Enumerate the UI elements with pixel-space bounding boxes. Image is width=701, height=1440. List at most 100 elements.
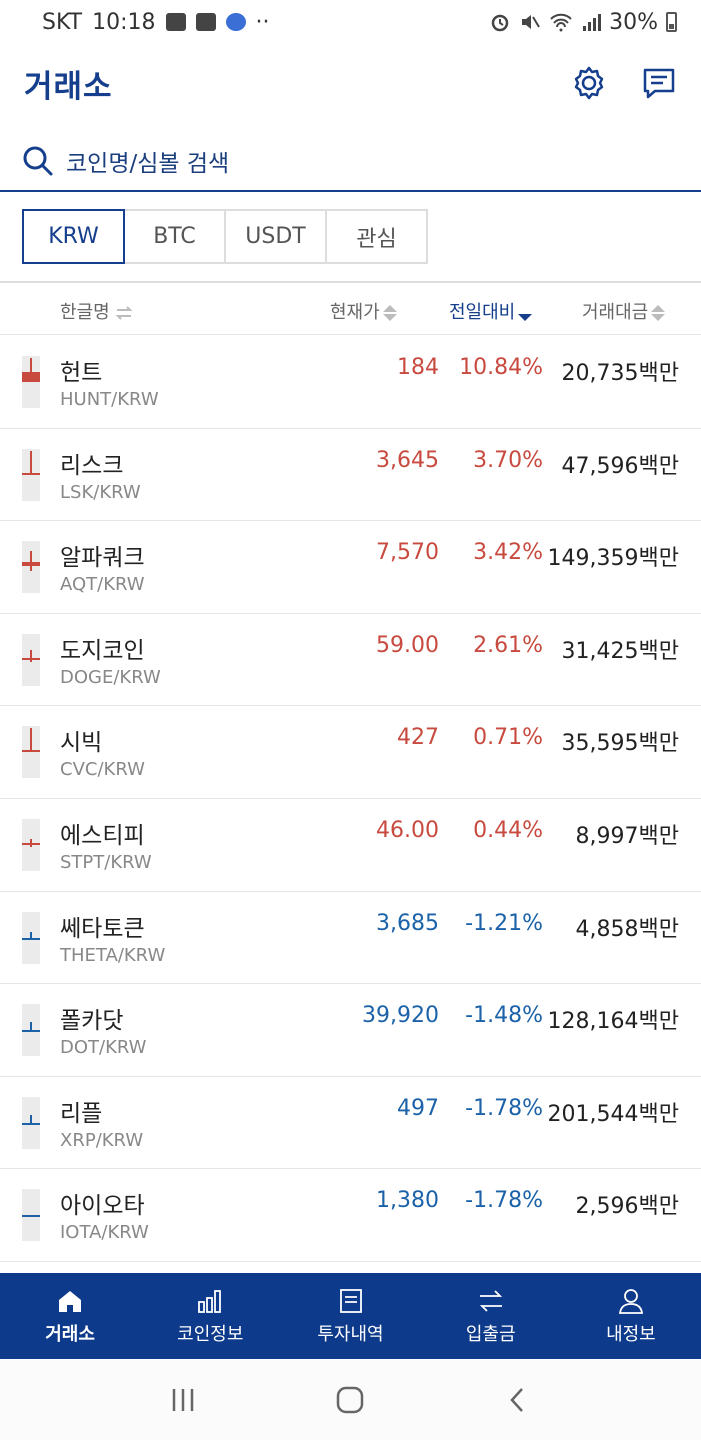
bar-chart-icon <box>197 1286 223 1316</box>
column-price-sort[interactable]: 현재가 <box>330 298 397 324</box>
coin-row[interactable]: 아이오타 IOTA/KRW 1,380 -1.78% 2,596백만 <box>0 1169 701 1262</box>
column-name-label: 한글명 <box>60 302 110 323</box>
coin-name: 폴카닷 <box>60 1008 124 1035</box>
coin-symbol: CVC/KRW <box>60 759 145 781</box>
sort-icon <box>382 305 397 321</box>
coin-name: 아이오타 <box>60 1193 145 1220</box>
mute-icon <box>522 15 540 29</box>
column-header: 한글명 현재가 전일대비 거래대금 <box>0 281 701 335</box>
system-nav-bar <box>0 1359 701 1440</box>
candle-icon <box>22 1096 40 1149</box>
coin-row[interactable]: 리플 XRP/KRW 497 -1.78% 201,544백만 <box>0 1077 701 1170</box>
gear-icon[interactable] <box>567 61 611 105</box>
transfer-icon <box>477 1286 505 1316</box>
coin-price: 46.00 <box>376 817 439 843</box>
coin-name: 도지코인 <box>60 637 145 664</box>
coin-name: 에스티피 <box>60 822 145 849</box>
coin-symbol: AQT/KRW <box>60 574 145 596</box>
coin-price: 3,645 <box>376 447 439 473</box>
home-button-icon[interactable] <box>335 1385 365 1415</box>
coin-row[interactable]: 리스크 LSK/KRW 3,645 3.70% 47,596백만 <box>0 429 701 522</box>
coin-change: 0.44% <box>473 817 543 843</box>
app-notification-icon <box>195 13 216 31</box>
candle-icon <box>22 633 40 686</box>
coin-name: 헌트 <box>60 360 103 386</box>
coin-price: 39,920 <box>362 1003 439 1029</box>
chat-icon[interactable] <box>637 61 681 105</box>
coin-price: 7,570 <box>376 540 439 566</box>
coin-volume: 2,596백만 <box>575 1194 679 1220</box>
column-volume-label: 거래대금 <box>582 302 649 323</box>
coin-change: -1.21% <box>465 910 543 936</box>
coin-row[interactable]: 폴카닷 DOT/KRW 39,920 -1.48% 128,164백만 <box>0 984 701 1077</box>
home-icon <box>57 1286 83 1316</box>
swap-icon <box>116 306 133 320</box>
coin-volume: 128,164백만 <box>547 1009 679 1035</box>
search-input[interactable]: 코인명/심볼 검색 <box>66 144 229 178</box>
coin-symbol: IOTA/KRW <box>60 1222 149 1244</box>
candle-icon <box>22 818 40 871</box>
coin-symbol: LSK/KRW <box>60 481 141 503</box>
gallery-notification-icon <box>165 13 186 31</box>
coin-change: -1.78% <box>465 1188 543 1214</box>
coin-volume: 31,425백만 <box>561 638 679 664</box>
nav-label: 투자내역 <box>317 1324 384 1345</box>
back-icon[interactable] <box>504 1386 532 1414</box>
bottom-nav: 거래소 코인정보 투자내역 입출금 내정보 <box>0 1273 701 1359</box>
column-name-sort[interactable]: 한글명 <box>60 298 133 324</box>
coin-row[interactable]: 알파쿼크 AQT/KRW 7,570 3.42% 149,359백만 <box>0 521 701 614</box>
coin-volume: 4,858백만 <box>575 916 679 942</box>
coin-change: 2.61% <box>473 632 543 658</box>
coin-change: 3.42% <box>473 540 543 566</box>
nav-label: 코인정보 <box>177 1324 244 1345</box>
coin-name: 리스크 <box>60 452 124 479</box>
nav-exchange[interactable]: 거래소 <box>0 1273 140 1359</box>
candle-icon <box>22 356 40 408</box>
coin-name: 알파쿼크 <box>60 545 145 572</box>
coin-volume: 47,596백만 <box>561 453 679 479</box>
clock: 10:18 <box>92 9 156 35</box>
coin-row[interactable]: 쎄타토큰 THETA/KRW 3,685 -1.21% 4,858백만 <box>0 892 701 985</box>
coin-symbol: HUNT/KRW <box>60 389 159 410</box>
coin-change: 0.71% <box>473 725 543 751</box>
tab-krw[interactable]: KRW <box>22 209 125 264</box>
coin-symbol: THETA/KRW <box>60 944 166 966</box>
coin-volume: 8,997백만 <box>575 823 679 849</box>
market-tabs: KRW BTC USDT 관심 <box>22 209 428 264</box>
column-change-sort[interactable]: 전일대비 <box>449 298 533 324</box>
signal-icon <box>583 14 602 31</box>
coin-price: 59.00 <box>376 632 439 658</box>
coin-price: 1,380 <box>376 1188 439 1214</box>
tab-favorites[interactable]: 관심 <box>325 209 428 264</box>
coin-price: 3,685 <box>376 910 439 936</box>
coin-price: 427 <box>397 725 439 751</box>
app-round-notification-icon <box>225 13 246 31</box>
tab-btc[interactable]: BTC <box>123 209 226 264</box>
recent-apps-icon[interactable] <box>169 1386 197 1414</box>
app-header: 거래소 <box>0 44 701 122</box>
nav-investment-history[interactable]: 투자내역 <box>280 1273 420 1359</box>
candle-icon <box>22 448 40 501</box>
sort-icon <box>651 305 666 321</box>
coin-price: 184 <box>397 355 439 380</box>
tab-usdt[interactable]: USDT <box>224 209 327 264</box>
column-change-label: 전일대비 <box>449 302 516 323</box>
alarm-icon <box>491 14 509 32</box>
coin-row[interactable]: 헌트 HUNT/KRW 184 10.84% 20,735백만 <box>0 336 701 429</box>
column-volume-sort[interactable]: 거래대금 <box>582 298 666 324</box>
coin-row[interactable]: 도지코인 DOGE/KRW 59.00 2.61% 31,425백만 <box>0 614 701 707</box>
coin-symbol: STPT/KRW <box>60 851 152 873</box>
status-bar: SKT 10:18 ·· 30% <box>0 0 701 44</box>
coin-volume: 149,359백만 <box>547 546 679 572</box>
coin-volume: 201,544백만 <box>547 1101 679 1127</box>
coin-row[interactable]: 에스티피 STPT/KRW 46.00 0.44% 8,997백만 <box>0 799 701 892</box>
nav-my-info[interactable]: 내정보 <box>561 1273 701 1359</box>
candle-icon <box>22 541 40 594</box>
coin-row[interactable]: 시빅 CVC/KRW 427 0.71% 35,595백만 <box>0 706 701 799</box>
search-bar[interactable]: 코인명/심볼 검색 <box>0 132 701 192</box>
coin-list: 헌트 HUNT/KRW 184 10.84% 20,735백만 리스크 LSK/… <box>0 336 701 1262</box>
nav-coin-info[interactable]: 코인정보 <box>140 1273 280 1359</box>
nav-deposit-withdraw[interactable]: 입출금 <box>421 1273 561 1359</box>
coin-name: 쎄타토큰 <box>60 915 145 942</box>
column-price-label: 현재가 <box>330 302 380 323</box>
